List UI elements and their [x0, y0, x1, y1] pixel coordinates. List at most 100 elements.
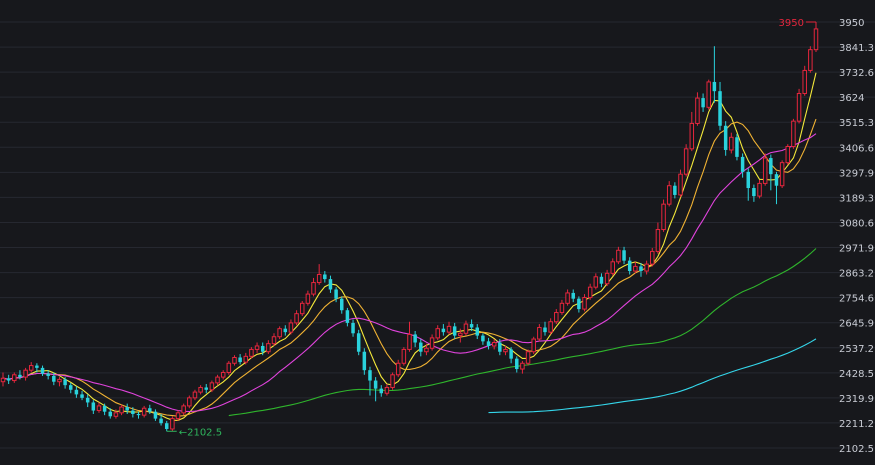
candle-up — [610, 261, 616, 274]
candle-up — [288, 322, 294, 333]
candle-up — [299, 302, 305, 315]
candle-up — [655, 229, 661, 252]
candle-up — [554, 312, 559, 323]
candle-up — [791, 120, 796, 148]
candle-down — [339, 298, 344, 311]
candle-up — [633, 265, 638, 272]
candle-down — [746, 171, 751, 189]
candle-up — [661, 203, 666, 231]
candle-up — [215, 376, 220, 384]
candle-up — [706, 81, 711, 108]
candle-down — [413, 334, 417, 343]
candle-down — [701, 98, 705, 108]
candle-up — [644, 263, 649, 272]
ma60-line — [228, 248, 817, 417]
candle-down — [543, 327, 547, 333]
ma5-line — [2, 72, 817, 421]
candle-down — [673, 185, 677, 195]
candle-down — [571, 292, 575, 299]
candle-down — [80, 394, 84, 398]
candle-down — [108, 411, 113, 417]
candle-up — [316, 273, 322, 284]
candle-down — [735, 137, 739, 157]
candle-up — [616, 249, 621, 263]
candle-up — [531, 338, 536, 353]
max-label: 3950 — [779, 18, 804, 29]
candle-down — [723, 125, 728, 150]
ma10-line — [2, 118, 817, 417]
candle-up — [311, 282, 316, 295]
candle-up — [446, 325, 452, 333]
candle-up — [779, 162, 785, 187]
candle-up — [604, 272, 610, 285]
candle-down — [74, 389, 79, 395]
candle-down — [769, 158, 773, 175]
candle-up — [277, 328, 282, 338]
candle-down — [452, 326, 457, 336]
candle-up — [401, 348, 407, 364]
candle-down — [238, 357, 242, 363]
candle-up — [23, 369, 28, 378]
candle-up — [435, 328, 440, 339]
candle-down — [63, 379, 67, 386]
y-tick-label: 3297.9 — [839, 168, 874, 179]
candle-down — [486, 341, 491, 346]
candle-down — [740, 156, 745, 172]
candle-down — [46, 373, 50, 376]
candle-down — [159, 418, 163, 424]
candle-up — [220, 371, 226, 378]
candle-down — [622, 250, 626, 261]
candle-up — [762, 157, 768, 184]
candle-down — [718, 91, 722, 126]
candle-down — [260, 345, 265, 352]
y-tick-label: 3406.6 — [839, 143, 874, 154]
min-label: ←2102.5 — [179, 427, 222, 438]
candle-down — [6, 378, 11, 381]
candle-up — [113, 412, 119, 417]
candle-down — [68, 385, 73, 390]
y-tick-label: 2428.5 — [839, 369, 874, 380]
candle-up — [785, 146, 791, 164]
candle-down — [35, 365, 39, 368]
candle-down — [334, 289, 338, 299]
y-tick-label: 2319.9 — [839, 394, 874, 405]
candle-up — [226, 362, 232, 373]
candle-down — [204, 387, 209, 390]
candle-down — [362, 351, 367, 371]
candle-up — [503, 348, 508, 353]
candle-up — [181, 405, 186, 414]
candle-up — [384, 386, 390, 394]
candle-up — [666, 185, 672, 205]
candle-up — [695, 97, 700, 124]
candle-up — [802, 69, 807, 94]
candle-down — [627, 260, 632, 272]
candle-up — [463, 323, 469, 334]
y-tick-label: 3080.6 — [839, 218, 874, 229]
candle-down — [136, 413, 141, 416]
candle-down — [752, 188, 756, 197]
candle-up — [757, 182, 762, 197]
candle-up — [141, 407, 147, 416]
candle-up — [395, 362, 401, 376]
y-tick-label: 3515.3 — [839, 118, 874, 129]
y-tick-label: 3189.3 — [839, 193, 874, 204]
candle-up — [175, 412, 181, 420]
candle-up — [424, 347, 429, 353]
candle-up — [249, 348, 254, 357]
candle-up — [565, 292, 570, 304]
candle-up — [187, 397, 192, 407]
candle-down — [368, 370, 372, 381]
candle-down — [351, 322, 355, 334]
candle-up — [57, 378, 62, 383]
candle-down — [475, 327, 480, 336]
candle-down — [85, 397, 90, 403]
candle-down — [52, 375, 56, 382]
candle-down — [441, 328, 446, 333]
candle-up — [548, 321, 553, 333]
candle-down — [509, 349, 513, 359]
y-axis-ticks: 3950 3841.3 3732.6 3624 3515.3 3406.6 3297.9 31… — [839, 18, 874, 455]
candle-up — [729, 136, 734, 151]
candle-down — [577, 298, 581, 310]
moving-average-lines — [2, 72, 817, 421]
candle-up — [96, 405, 102, 412]
